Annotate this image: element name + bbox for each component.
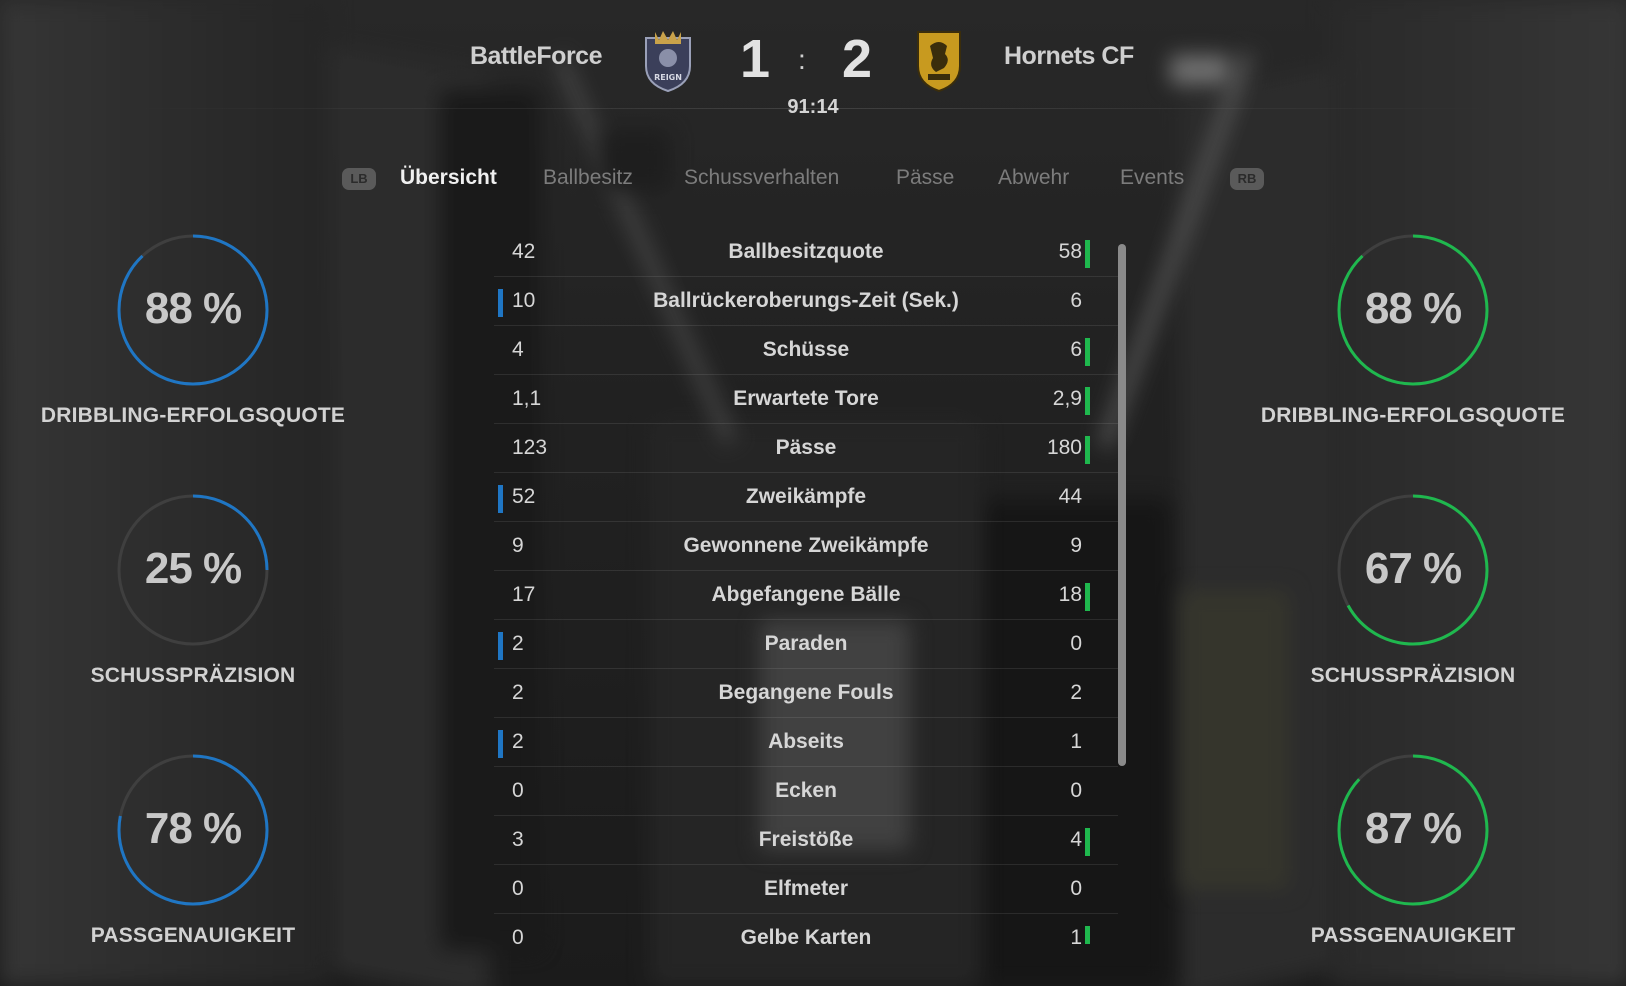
away-stat-value: 18 (1058, 583, 1082, 606)
stat-label: Ballbesitzquote (728, 240, 884, 263)
away-score: 2 (842, 29, 873, 89)
away-leader-marker (1085, 240, 1090, 268)
stat-label: Ballrückeroberungs-Zeit (Sek.) (653, 289, 959, 312)
stat-row: 0 Elfmeter 0 (494, 865, 1118, 914)
tab-overview[interactable]: Übersicht (400, 166, 497, 190)
away-stat-value: 6 (1070, 338, 1082, 361)
stat-row: 2 Abseits 1 (494, 718, 1118, 767)
stat-row: 1,1 Erwartete Tore 2,9 (494, 375, 1118, 424)
away-dribbling-label: DRIBBLING-ERFOLGSQUOTE (1260, 404, 1566, 427)
home-pass-accuracy-gauge: 78 % PASSGENAUIGKEIT (23, 750, 363, 948)
home-pass-accuracy-value: 78 % (144, 804, 242, 853)
tab-events[interactable]: Events (1120, 166, 1184, 190)
away-stat-value: 180 (1046, 436, 1082, 459)
stat-row: 10 Ballrückeroberungs-Zeit (Sek.) 6 (494, 277, 1118, 326)
away-stat-value: 1 (1070, 730, 1082, 753)
home-dribbling-label: DRIBBLING-ERFOLGSQUOTE (40, 404, 346, 427)
svg-text:REIGN: REIGN (654, 73, 682, 82)
tab-defense[interactable]: Abwehr (998, 166, 1069, 190)
stat-row: 17 Abgefangene Bälle 18 (494, 571, 1118, 620)
stat-label: Zweikämpfe (745, 485, 867, 508)
home-dribbling-value: 88 % (144, 284, 242, 333)
stat-label: Erwartete Tore (733, 387, 879, 410)
home-shot-accuracy-value: 25 % (144, 544, 242, 593)
stat-label: Gelbe Karten (740, 926, 872, 944)
away-leader-marker (1085, 828, 1090, 856)
stat-row: 123 Pässe 180 (494, 424, 1118, 473)
stat-row: 52 Zweikämpfe 44 (494, 473, 1118, 522)
score-separator: : (798, 44, 806, 75)
away-stat-value: 2 (1070, 681, 1082, 704)
away-stat-value: 0 (1070, 877, 1082, 900)
away-stat-value: 0 (1070, 632, 1082, 655)
stat-label: Elfmeter (763, 877, 849, 900)
away-stat-value: 9 (1070, 534, 1082, 557)
away-leader-marker (1085, 387, 1090, 415)
away-shot-accuracy-value: 67 % (1364, 544, 1462, 593)
lb-bumper-icon[interactable]: LB (342, 168, 376, 190)
home-score: 1 (740, 29, 771, 89)
stats-scrollbar[interactable] (1118, 244, 1126, 766)
away-stat-value: 0 (1070, 779, 1082, 802)
stat-row: 4 Schüsse 6 (494, 326, 1118, 375)
stat-label: Pässe (775, 436, 837, 459)
away-pass-accuracy-label: PASSGENAUIGKEIT (1310, 924, 1516, 947)
away-stat-value: 58 (1058, 240, 1082, 263)
stat-label: Ecken (775, 779, 837, 802)
match-stats-table[interactable]: 4 2 Ballbesitzquote 58 1 0 Ballrückeroberungs… (494, 228, 1118, 944)
tab-possession[interactable]: Ballbesitz (543, 166, 633, 190)
rb-bumper-icon[interactable]: RB (1230, 168, 1264, 190)
away-leader-marker (1085, 338, 1090, 366)
stat-row: 42 Ballbesitzquote 58 (494, 228, 1118, 277)
home-team-crest: REIGN (645, 31, 691, 92)
tab-passes[interactable]: Pässe (896, 166, 954, 190)
away-pass-accuracy-value: 87 % (1364, 804, 1462, 853)
stat-label: Paraden (764, 632, 848, 655)
stat-row: 2 Paraden 0 (494, 620, 1118, 669)
stat-row: 9 Gewonnene Zweikämpfe 9 (494, 522, 1118, 571)
stat-row: 3 Freistöße 4 (494, 816, 1118, 865)
home-pass-accuracy-label: PASSGENAUIGKEIT (90, 924, 296, 947)
away-leader-marker (1085, 926, 1090, 944)
header-divider (130, 108, 1496, 109)
stat-label: Abgefangene Bälle (711, 583, 901, 606)
stat-label: Abseits (768, 730, 844, 753)
home-shot-accuracy-gauge: 25 % SCHUSSPRÄZISION (23, 490, 363, 688)
away-team-name: Hornets CF (1004, 42, 1134, 70)
home-shot-accuracy-label: SCHUSSPRÄZISION (90, 664, 296, 687)
scoreboard-header: BattleForce REIGN 1 : 2 Hornets CF 91:14 (0, 0, 1626, 120)
away-stat-value: 4 (1070, 828, 1082, 851)
away-stat-value: 6 (1070, 289, 1082, 312)
stat-row: 2 Begangene Fouls 2 (494, 669, 1118, 718)
away-dribbling-value: 88 % (1364, 284, 1462, 333)
away-stat-value: 44 (1058, 485, 1082, 508)
away-leader-marker (1085, 436, 1090, 464)
away-leader-marker (1085, 583, 1090, 611)
stat-label: Freistöße (758, 828, 854, 851)
home-team-name: BattleForce (469, 42, 603, 70)
home-dribbling-gauge: 88 % DRIBBLING-ERFOLGSQUOTE (23, 230, 363, 428)
stat-label: Begangene Fouls (718, 681, 894, 704)
tab-shooting[interactable]: Schussverhalten (684, 166, 839, 190)
away-team-crest (917, 31, 961, 92)
stat-label: Gewonnene Zweikämpfe (683, 534, 929, 557)
away-stat-value: 1 (1070, 926, 1082, 944)
away-shot-accuracy-gauge: 67 % SCHUSSPRÄZISION (1243, 490, 1583, 688)
away-shot-accuracy-label: SCHUSSPRÄZISION (1310, 664, 1516, 687)
stats-tab-bar: LB Übersicht Ballbesitz Schussverhalten … (0, 164, 1626, 200)
away-pass-accuracy-gauge: 87 % PASSGENAUIGKEIT (1243, 750, 1583, 948)
stat-label: Schüsse (762, 338, 850, 361)
stat-row: 0 Ecken 0 (494, 767, 1118, 816)
away-dribbling-gauge: 88 % DRIBBLING-ERFOLGSQUOTE (1243, 230, 1583, 428)
away-stat-value: 2,9 (1052, 387, 1082, 410)
stat-row: 0 Gelbe Karten 1 (494, 914, 1118, 944)
